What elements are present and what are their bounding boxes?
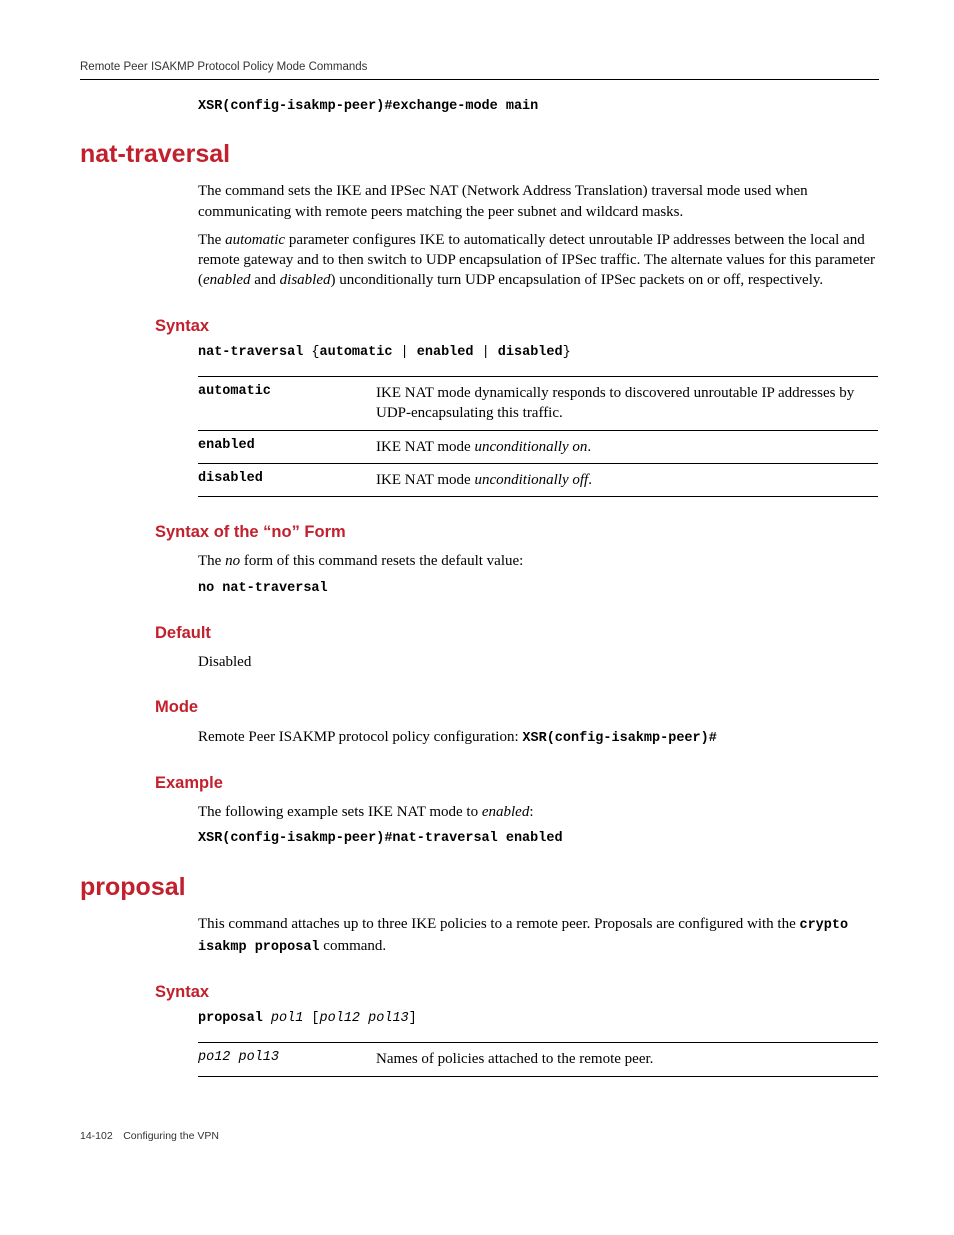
text: . [588, 472, 592, 488]
top-example-code: XSR(config-isakmp-peer)#exchange-mode ma… [198, 98, 879, 116]
text: The [198, 232, 225, 248]
syntax-line-proposal: proposal pol1 [pol12 pol13] [198, 1007, 879, 1028]
page-footer: 14-102 Configuring the VPN [80, 1129, 879, 1143]
heading-syntax-proposal: Syntax [155, 981, 879, 1003]
em: enabled [482, 804, 529, 820]
table-row: po12 pol13 Names of policies attached to… [198, 1043, 878, 1076]
syntax-line: nat-traversal {automatic | enabled | dis… [198, 341, 879, 362]
param-desc: IKE NAT mode unconditionally on. [376, 430, 878, 463]
heading-example: Example [155, 772, 879, 794]
section-title-proposal: proposal [80, 871, 879, 905]
noform-text: The no form of this command resets the d… [198, 551, 879, 571]
text: The following example sets IKE NAT mode … [198, 804, 482, 820]
text: : [529, 804, 533, 820]
sep: | [392, 345, 416, 360]
param-key: enabled [198, 430, 376, 463]
param-desc: IKE NAT mode dynamically responds to dis… [376, 377, 878, 431]
section-title-nat-traversal: nat-traversal [80, 138, 879, 172]
text: The [198, 553, 225, 569]
noform-cmd: no nat-traversal [198, 580, 879, 598]
mode-cmd: XSR(config-isakmp-peer)# [522, 731, 716, 746]
syntax-arg: pol1 [263, 1011, 304, 1026]
parameter-table-nat: automatic IKE NAT mode dynamically respo… [198, 376, 878, 497]
syntax-kw: nat-traversal [198, 345, 303, 360]
example-text: The following example sets IKE NAT mode … [198, 802, 879, 822]
syntax-arg: pol12 pol13 [320, 1011, 409, 1026]
brace: { [303, 345, 319, 360]
text: . [587, 439, 591, 455]
param-key: disabled [198, 463, 376, 496]
em-no: no [225, 553, 240, 569]
text: IKE NAT mode [376, 472, 474, 488]
bracket: ] [409, 1011, 417, 1026]
text: Remote Peer ISAKMP protocol policy confi… [198, 729, 522, 745]
example-cmd: XSR(config-isakmp-peer)#nat-traversal en… [198, 830, 879, 848]
parameter-table-proposal: po12 pol13 Names of policies attached to… [198, 1042, 878, 1076]
text: command. [320, 938, 387, 954]
table-row: automatic IKE NAT mode dynamically respo… [198, 377, 878, 431]
syntax-kw: proposal [198, 1011, 263, 1026]
table-row: disabled IKE NAT mode unconditionally of… [198, 463, 878, 496]
nat-intro-1: The command sets the IKE and IPSec NAT (… [198, 181, 879, 222]
param-key: automatic [198, 377, 376, 431]
text: ) unconditionally turn UDP encapsulation… [331, 272, 824, 288]
proposal-intro: This command attaches up to three IKE po… [198, 914, 879, 956]
heading-syntax: Syntax [155, 315, 879, 337]
text: This command attaches up to three IKE po… [198, 916, 799, 932]
mode-text: Remote Peer ISAKMP protocol policy confi… [198, 727, 879, 748]
syntax-opt: automatic [320, 345, 393, 360]
text: and [250, 272, 279, 288]
syntax-opt: disabled [498, 345, 563, 360]
param-desc: IKE NAT mode unconditionally off. [376, 463, 878, 496]
brace: } [563, 345, 571, 360]
heading-no-form: Syntax of the “no” Form [155, 521, 879, 543]
em: unconditionally off [474, 472, 588, 488]
page-header: Remote Peer ISAKMP Protocol Policy Mode … [80, 60, 879, 80]
param-desc: Names of policies attached to the remote… [376, 1043, 878, 1076]
heading-mode: Mode [155, 696, 879, 718]
default-value: Disabled [198, 652, 879, 672]
sep: | [473, 345, 497, 360]
heading-default: Default [155, 622, 879, 644]
bracket: [ [303, 1011, 319, 1026]
em: unconditionally on [474, 439, 587, 455]
syntax-opt: enabled [417, 345, 474, 360]
nat-intro-2: The automatic parameter configures IKE t… [198, 230, 879, 291]
text: IKE NAT mode [376, 439, 474, 455]
em-disabled: disabled [280, 272, 331, 288]
em-enabled: enabled [203, 272, 250, 288]
table-row: enabled IKE NAT mode unconditionally on. [198, 430, 878, 463]
param-key: po12 pol13 [198, 1043, 376, 1076]
text: form of this command resets the default … [240, 553, 523, 569]
em-automatic: automatic [225, 232, 285, 248]
